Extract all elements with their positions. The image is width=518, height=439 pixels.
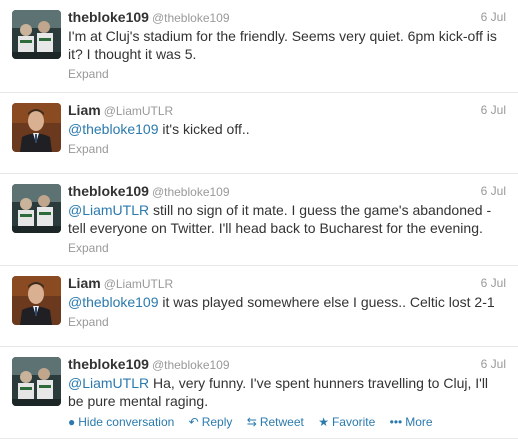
author-username[interactable]: @LiamUTLR <box>104 277 174 291</box>
reply-button[interactable]: ↶ Reply <box>189 415 233 429</box>
tweet[interactable]: Liam @LiamUTLR 6 Jul @thebloke109 it was … <box>0 266 518 347</box>
more-dots-icon: ••• <box>389 415 403 429</box>
expand-link[interactable]: Expand <box>68 66 506 82</box>
mention-link[interactable]: @LiamUTLR <box>68 202 149 218</box>
tweet-body: it was played somewhere else I guess.. C… <box>158 294 495 310</box>
tweet[interactable]: thebloke109 @thebloke109 6 Jul I'm at Clu… <box>0 0 518 93</box>
expand-link[interactable]: Expand <box>68 240 506 256</box>
retweet-icon: ⇆ <box>246 415 257 429</box>
tweet-timeline: thebloke109 @thebloke109 6 Jul I'm at Clu… <box>0 0 518 439</box>
tweet[interactable]: thebloke109 @thebloke109 6 Jul @LiamUTLR … <box>0 347 518 439</box>
reply-arrow-icon: ↶ <box>188 415 199 429</box>
tweet-text: I'm at Cluj's stadium for the friendly. … <box>68 27 506 63</box>
reply-label: Reply <box>201 415 233 429</box>
hide-conversation-label: Hide conversation <box>78 415 175 429</box>
tweet-date[interactable]: 6 Jul <box>481 356 506 373</box>
retweet-label: Retweet <box>259 415 304 429</box>
star-icon: ★ <box>318 415 329 429</box>
tweet[interactable]: thebloke109 @thebloke109 6 Jul @LiamUTLR … <box>0 174 518 266</box>
author-fullname[interactable]: Liam <box>68 275 101 291</box>
author-fullname[interactable]: thebloke109 <box>68 356 149 372</box>
retweet-button[interactable]: ⇆ Retweet <box>247 415 304 429</box>
tweet-date[interactable]: 6 Jul <box>481 183 506 200</box>
tweet-header: Liam @LiamUTLR 6 Jul <box>68 102 506 119</box>
tweet-body: it's kicked off.. <box>158 121 250 137</box>
expand-link[interactable]: Expand <box>68 141 506 157</box>
tweet-text: @thebloke109 it was played somewhere els… <box>68 293 506 311</box>
tweet-date[interactable]: 6 Jul <box>481 102 506 119</box>
author-username[interactable]: @thebloke109 <box>152 11 230 25</box>
mention-link[interactable]: @LiamUTLR <box>68 375 149 391</box>
tweet-body: I'm at Cluj's stadium for the friendly. … <box>68 28 497 62</box>
tweet-header: thebloke109 @thebloke109 6 Jul <box>68 356 506 373</box>
avatar[interactable] <box>12 103 61 152</box>
author-username[interactable]: @thebloke109 <box>152 358 230 372</box>
expand-link[interactable]: Expand <box>68 314 506 330</box>
avatar[interactable] <box>12 184 61 233</box>
tweet-date[interactable]: 6 Jul <box>481 275 506 292</box>
speech-bubble-icon: ● <box>68 415 76 429</box>
mention-link[interactable]: @thebloke109 <box>68 294 159 310</box>
hide-conversation-button[interactable]: ● Hide conversation <box>68 415 174 429</box>
more-button[interactable]: ••• More <box>390 415 433 429</box>
tweet[interactable]: Liam @LiamUTLR 6 Jul @thebloke109 it's ki… <box>0 93 518 174</box>
tweet-header: thebloke109 @thebloke109 6 Jul <box>68 183 506 200</box>
author-username[interactable]: @thebloke109 <box>152 185 230 199</box>
author-username[interactable]: @LiamUTLR <box>104 104 174 118</box>
favorite-label: Favorite <box>331 415 376 429</box>
favorite-button[interactable]: ★ Favorite <box>318 415 375 429</box>
tweet-date[interactable]: 6 Jul <box>481 9 506 26</box>
more-label: More <box>405 415 433 429</box>
tweet-actions: ● Hide conversation ↶ Reply ⇆ Retweet ★ Favo… <box>68 414 506 430</box>
mention-link[interactable]: @thebloke109 <box>68 121 159 137</box>
tweet-header: Liam @LiamUTLR 6 Jul <box>68 275 506 292</box>
tweet-text: @LiamUTLR Ha, very funny. I've spent hun… <box>68 374 506 410</box>
avatar[interactable] <box>12 357 61 406</box>
avatar[interactable] <box>12 276 61 325</box>
author-fullname[interactable]: thebloke109 <box>68 9 149 25</box>
tweet-text: @LiamUTLR still no sign of it mate. I gu… <box>68 201 506 237</box>
author-fullname[interactable]: Liam <box>68 102 101 118</box>
tweet-text: @thebloke109 it's kicked off.. <box>68 120 506 138</box>
tweet-header: thebloke109 @thebloke109 6 Jul <box>68 9 506 26</box>
avatar[interactable] <box>12 10 61 59</box>
author-fullname[interactable]: thebloke109 <box>68 183 149 199</box>
